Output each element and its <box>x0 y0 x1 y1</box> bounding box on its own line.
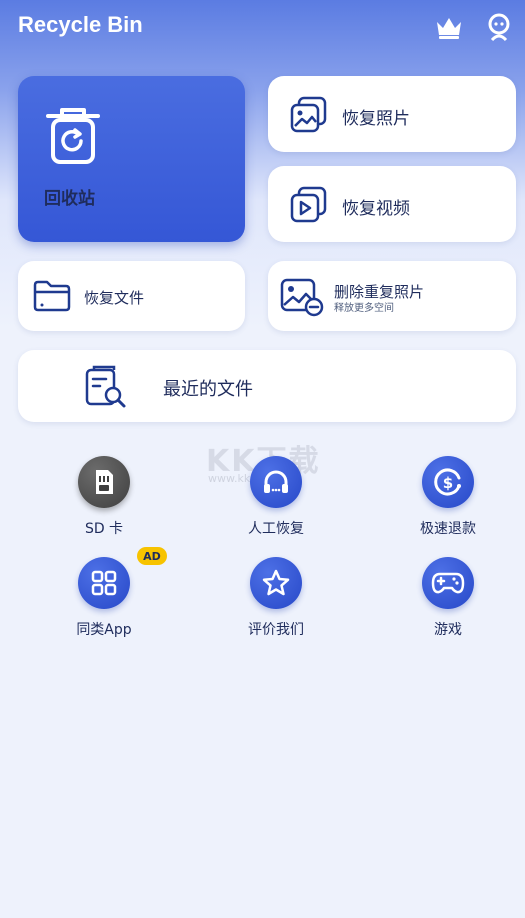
grid-item-sd-card[interactable]: SD 卡 <box>49 456 159 538</box>
trash-restore-icon <box>46 108 100 164</box>
apps-icon <box>78 557 130 609</box>
recycle-bin-card[interactable]: 回收站 <box>18 76 245 242</box>
remove-duplicates-subtitle: 释放更多空间 <box>334 303 394 314</box>
photo-icon <box>290 96 327 133</box>
grid-item-label: 评价我们 <box>248 622 304 638</box>
app-title: Recycle Bin <box>18 12 143 37</box>
restore-files-label: 恢复文件 <box>84 289 145 307</box>
restore-videos-card[interactable]: 恢复视频 <box>268 166 516 242</box>
app-header: Recycle Bin <box>0 0 525 56</box>
grid-item-fast-refund[interactable]: $ 极速退款 <box>393 456 503 538</box>
restore-photos-label: 恢复照片 <box>342 109 410 129</box>
remove-duplicates-card[interactable]: 删除重复照片 释放更多空间 <box>268 261 516 331</box>
star-icon <box>250 557 302 609</box>
headphones-icon <box>250 456 302 508</box>
restore-photos-card[interactable]: 恢复照片 <box>268 76 516 152</box>
sd-card-icon <box>78 456 130 508</box>
grid-item-games[interactable]: 游戏 <box>393 557 503 639</box>
recycle-bin-label: 回收站 <box>44 189 95 209</box>
grid-item-label: 同类App <box>76 622 132 638</box>
recent-files-label: 最近的文件 <box>163 379 253 400</box>
duplicate-photo-remove-icon <box>280 278 324 317</box>
grid-item-label: 人工恢复 <box>248 521 304 537</box>
avatar-icon[interactable] <box>484 12 514 42</box>
recent-files-card[interactable]: 最近的文件 <box>18 350 516 422</box>
file-search-icon <box>85 365 126 408</box>
gamepad-icon <box>422 557 474 609</box>
video-icon <box>290 186 327 223</box>
grid-item-label: 极速退款 <box>420 521 476 537</box>
restore-files-card[interactable]: 恢复文件 <box>18 261 245 331</box>
grid-item-label: 游戏 <box>434 622 462 638</box>
folder-icon <box>33 280 71 312</box>
grid-item-similar-apps[interactable]: AD 同类App <box>49 547 167 639</box>
refund-icon: $ <box>422 456 474 508</box>
grid-item-rate-us[interactable]: 评价我们 <box>221 557 331 639</box>
crown-icon[interactable] <box>434 12 464 42</box>
svg-text:$: $ <box>443 474 453 492</box>
grid-item-label: SD 卡 <box>84 521 124 537</box>
grid-item-manual-recovery[interactable]: 人工恢复 <box>221 456 331 538</box>
restore-videos-label: 恢复视频 <box>342 199 410 219</box>
ad-badge: AD <box>137 547 167 565</box>
